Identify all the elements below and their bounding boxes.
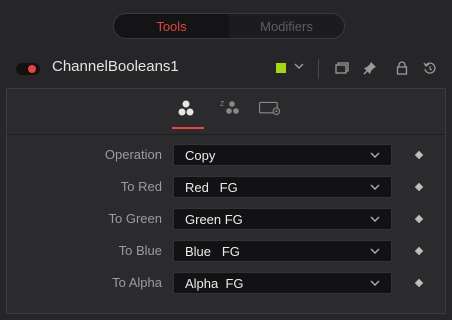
to-alpha-label: To Alpha xyxy=(112,275,162,290)
settings-gear-icon[interactable] xyxy=(258,98,282,118)
to-blue-value: Blue FG xyxy=(185,244,240,259)
to-blue-dropdown[interactable]: Blue FG xyxy=(173,240,392,262)
active-tab-indicator xyxy=(172,127,204,129)
to-red-dropdown[interactable]: Red FG xyxy=(173,176,392,198)
z-depth-icon[interactable]: Z xyxy=(219,98,243,118)
node-enable-toggle[interactable] xyxy=(16,63,40,75)
top-bar: Tools Modifiers xyxy=(0,0,452,44)
node-title[interactable]: ChannelBooleans1 xyxy=(52,58,179,75)
chevron-down-icon xyxy=(370,280,380,286)
to-red-value: Red FG xyxy=(185,180,238,195)
versions-icon[interactable] xyxy=(334,60,350,76)
to-green-value: Green FG xyxy=(185,212,243,227)
reset-icon[interactable] xyxy=(422,60,438,76)
lock-icon[interactable] xyxy=(394,60,410,76)
svg-text:Z: Z xyxy=(220,101,225,108)
tools-modifiers-switch: Tools Modifiers xyxy=(113,13,345,39)
channel-circles-icon[interactable] xyxy=(176,98,200,118)
operation-value: Copy xyxy=(185,148,216,163)
operation-label: Operation xyxy=(104,147,162,162)
color-dropdown-chevron-icon[interactable] xyxy=(292,59,306,73)
header-divider xyxy=(318,59,319,79)
to-green-dropdown[interactable]: Green FG xyxy=(173,208,392,230)
chevron-down-icon xyxy=(370,248,380,254)
to-alpha-dropdown[interactable]: Alpha FG xyxy=(173,272,392,294)
tab-tools[interactable]: Tools xyxy=(114,14,229,38)
to-blue-label: To Blue xyxy=(118,243,162,258)
pin-icon[interactable] xyxy=(362,60,378,76)
chevron-down-icon xyxy=(370,184,380,190)
toggle-dot xyxy=(28,65,36,73)
to-alpha-value: Alpha FG xyxy=(185,276,244,291)
node-color-swatch[interactable] xyxy=(276,63,286,73)
chevron-down-icon xyxy=(370,152,380,158)
tab-modifiers[interactable]: Modifiers xyxy=(229,14,344,38)
operation-dropdown[interactable]: Copy xyxy=(173,144,392,166)
chevron-down-icon xyxy=(370,216,380,222)
to-green-label: To Green xyxy=(108,211,162,226)
to-red-label: To Red xyxy=(120,179,162,194)
panel-divider xyxy=(7,134,445,135)
